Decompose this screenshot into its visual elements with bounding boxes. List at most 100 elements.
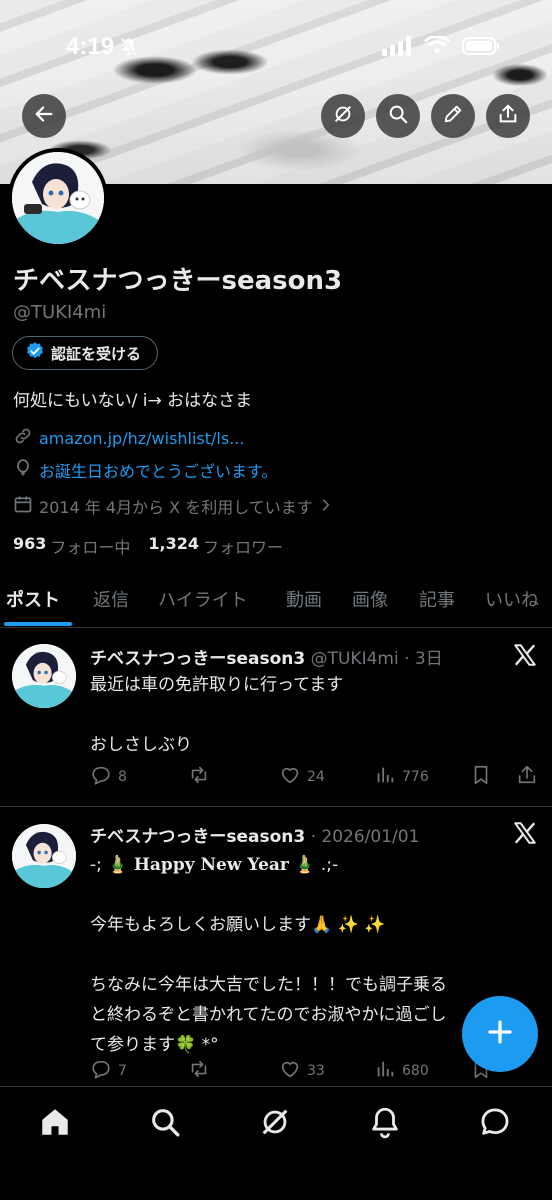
post-author-name[interactable]: チベスナつっきーseason3	[90, 827, 305, 847]
post-line: おしさしぶり	[90, 735, 192, 755]
like-count: 33	[307, 1063, 325, 1079]
active-tab-indicator	[4, 622, 72, 626]
post-line	[90, 700, 343, 730]
joined-text: 2014 年 4月から X を利用しています	[39, 498, 313, 517]
search-icon	[387, 103, 409, 129]
search-button[interactable]	[376, 94, 420, 138]
reply-count: 7	[118, 1063, 127, 1079]
post-line: 最近は車の免許取りに行ってます	[90, 675, 344, 695]
link-icon	[13, 426, 33, 450]
tab-videos[interactable]: 動画	[286, 586, 322, 612]
get-verified-button[interactable]: 認証を受ける	[12, 336, 159, 370]
grok-button[interactable]	[321, 94, 365, 138]
notifications-bell-icon[interactable]	[368, 1105, 402, 1143]
website-link[interactable]: amazon.jp/hz/wishlist/ls...	[39, 429, 244, 448]
bell-muted-icon	[118, 36, 140, 62]
view-count: 776	[402, 769, 429, 785]
arrow-left-icon	[33, 103, 55, 129]
grok-icon	[332, 103, 354, 129]
post-author-name[interactable]: チベスナつっきーseason3	[90, 649, 305, 669]
repost-button[interactable]	[188, 1058, 216, 1084]
tab-posts[interactable]: ポスト	[6, 586, 60, 612]
post-actions: 7 33 680	[90, 1058, 540, 1082]
post-share-button[interactable]	[516, 764, 538, 790]
followers-label[interactable]: フォロワー	[203, 534, 283, 558]
grok-icon[interactable]	[258, 1105, 292, 1143]
wifi-icon	[423, 35, 451, 60]
plus-icon	[485, 1017, 515, 1051]
chevron-right-icon	[319, 497, 333, 516]
cellular-signal-icon	[382, 36, 412, 60]
following-count[interactable]: 963	[13, 534, 46, 558]
analytics-icon	[374, 1058, 396, 1084]
home-icon[interactable]	[38, 1105, 72, 1143]
post-line	[90, 940, 447, 970]
profile-website[interactable]: amazon.jp/hz/wishlist/ls...	[13, 426, 244, 450]
share-icon	[516, 764, 538, 790]
decor-right: .;-	[320, 855, 339, 875]
decor-left: -;	[90, 855, 102, 875]
post-avatar[interactable]	[12, 644, 76, 708]
post-divider	[0, 806, 552, 807]
repost-button[interactable]	[188, 764, 216, 790]
profile-handle: @TUKI4mi	[13, 302, 107, 323]
status-bar: 4:19	[0, 0, 552, 90]
happy-new-year-text: Happy New Year	[133, 855, 289, 875]
status-time: 4:19	[66, 33, 115, 60]
post-meta: @TUKI4mi · 3日	[310, 649, 443, 669]
compose-button[interactable]	[462, 996, 538, 1072]
repost-icon	[188, 1058, 210, 1084]
reply-button[interactable]: 8	[90, 764, 127, 790]
profile-joined[interactable]: 2014 年 4月から X を利用しています	[13, 494, 333, 518]
followers-count[interactable]: 1,324	[148, 534, 199, 558]
back-button[interactable]	[22, 94, 66, 138]
x-logo-icon[interactable]	[512, 820, 538, 850]
tab-likes[interactable]: いいね	[485, 586, 539, 612]
tab-replies[interactable]: 返信	[93, 586, 129, 612]
messages-icon[interactable]	[478, 1105, 512, 1143]
share-icon	[497, 103, 519, 129]
profile-birthday: お誕生日おめでとうございます。	[13, 458, 277, 482]
pencil-icon	[442, 103, 464, 129]
heart-icon	[279, 764, 301, 790]
calendar-icon	[13, 494, 33, 518]
post-avatar[interactable]	[12, 824, 76, 888]
post-line: ちなみに今年は大吉でした！！！でも調子乗る	[90, 975, 447, 995]
views-button[interactable]: 680	[374, 1058, 429, 1084]
profile-name: チベスナつっきーseason3	[13, 266, 343, 296]
tab-highlights[interactable]: ハイライト	[158, 586, 248, 612]
search-icon[interactable]	[148, 1105, 182, 1143]
balloon-icon	[13, 458, 33, 482]
reply-button[interactable]: 7	[90, 1058, 127, 1084]
edit-button[interactable]	[431, 94, 475, 138]
tab-images[interactable]: 画像	[352, 586, 388, 612]
reply-icon	[90, 764, 112, 790]
views-button[interactable]: 776	[374, 764, 429, 790]
get-verified-label: 認証を受ける	[51, 344, 142, 363]
battery-icon	[462, 36, 500, 60]
tab-articles[interactable]: 記事	[419, 586, 455, 612]
following-label[interactable]: フォロー中	[50, 534, 130, 558]
analytics-icon	[374, 764, 396, 790]
bookmark-button[interactable]	[470, 764, 492, 790]
like-count: 24	[307, 769, 325, 785]
kadomatsu-emoji: 🎍	[107, 855, 129, 875]
bottom-nav	[0, 1086, 552, 1200]
post-line: て参ります🍀 *°	[90, 1035, 219, 1055]
post-line: 今年もよろしくお願いします🙏 ✨ ✨	[90, 915, 386, 935]
like-button[interactable]: 24	[279, 764, 325, 790]
view-count: 680	[402, 1063, 429, 1079]
reply-count: 8	[118, 769, 127, 785]
repost-icon	[188, 764, 210, 790]
post[interactable]: チベスナつっきーseason3 @TUKI4mi · 3日 最近は車の免許取りに…	[0, 630, 552, 806]
share-button[interactable]	[486, 94, 530, 138]
x-logo-icon[interactable]	[512, 642, 538, 672]
heart-icon	[279, 1058, 301, 1084]
kadomatsu-emoji: 🎍	[294, 855, 316, 875]
birthday-text: お誕生日おめでとうございます。	[39, 462, 278, 481]
profile-avatar[interactable]	[8, 148, 108, 248]
post-header: チベスナつっきーseason3 · 2026/01/01	[90, 822, 419, 847]
like-button[interactable]: 33	[279, 1058, 325, 1084]
post-line	[90, 880, 447, 910]
post-header: チベスナつっきーseason3 @TUKI4mi · 3日	[90, 644, 443, 669]
